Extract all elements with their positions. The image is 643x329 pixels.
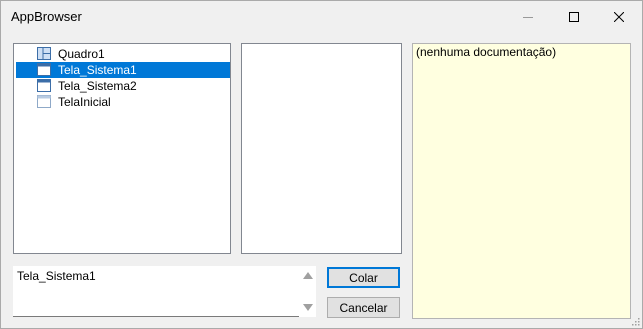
tree-item-label: Quadro1 <box>58 47 105 61</box>
documentation-pane: (nenhuma documentação) <box>412 43 631 319</box>
tree-item-label: Tela_Sistema1 <box>58 63 137 77</box>
documentation-text: (nenhuma documentação) <box>416 45 557 59</box>
minimize-icon <box>523 16 533 18</box>
maximize-button[interactable] <box>551 1 597 32</box>
tree-item-quadro1[interactable]: Quadro1 <box>16 46 230 62</box>
tree-item-tela-sistema2[interactable]: Tela_Sistema2 <box>16 78 230 94</box>
resize-grip-icon[interactable] <box>630 316 640 326</box>
tree-item-label: TelaInicial <box>58 95 111 109</box>
window-title: AppBrowser <box>11 9 82 24</box>
maximize-icon <box>569 11 579 22</box>
close-button[interactable] <box>596 1 642 32</box>
window-icon-light <box>37 95 51 108</box>
cancelar-button[interactable]: Cancelar <box>327 297 400 318</box>
member-list[interactable] <box>241 43 402 254</box>
vertical-scrollbar[interactable] <box>299 266 316 317</box>
minimize-button[interactable] <box>505 1 551 32</box>
appbrowser-window: AppBrowser Quadro1 Tela_Sistema1 Tela_Si… <box>0 0 643 329</box>
colar-button[interactable]: Colar <box>327 267 400 288</box>
scroll-down-icon[interactable] <box>303 304 313 311</box>
close-icon <box>614 11 624 22</box>
title-bar[interactable]: AppBrowser <box>1 1 642 32</box>
window-icon <box>37 63 51 76</box>
window-icon <box>37 79 51 92</box>
tree-item-label: Tela_Sistema2 <box>58 79 137 93</box>
selection-textbox[interactable]: Tela_Sistema1 <box>13 266 316 317</box>
selection-value: Tela_Sistema1 <box>17 269 96 283</box>
scroll-up-icon[interactable] <box>303 272 313 279</box>
frame-icon <box>37 47 51 60</box>
tree-item-telainicial[interactable]: TelaInicial <box>16 94 230 110</box>
object-tree[interactable]: Quadro1 Tela_Sistema1 Tela_Sistema2 Tela… <box>13 43 231 254</box>
tree-item-tela-sistema1[interactable]: Tela_Sistema1 <box>16 62 230 78</box>
